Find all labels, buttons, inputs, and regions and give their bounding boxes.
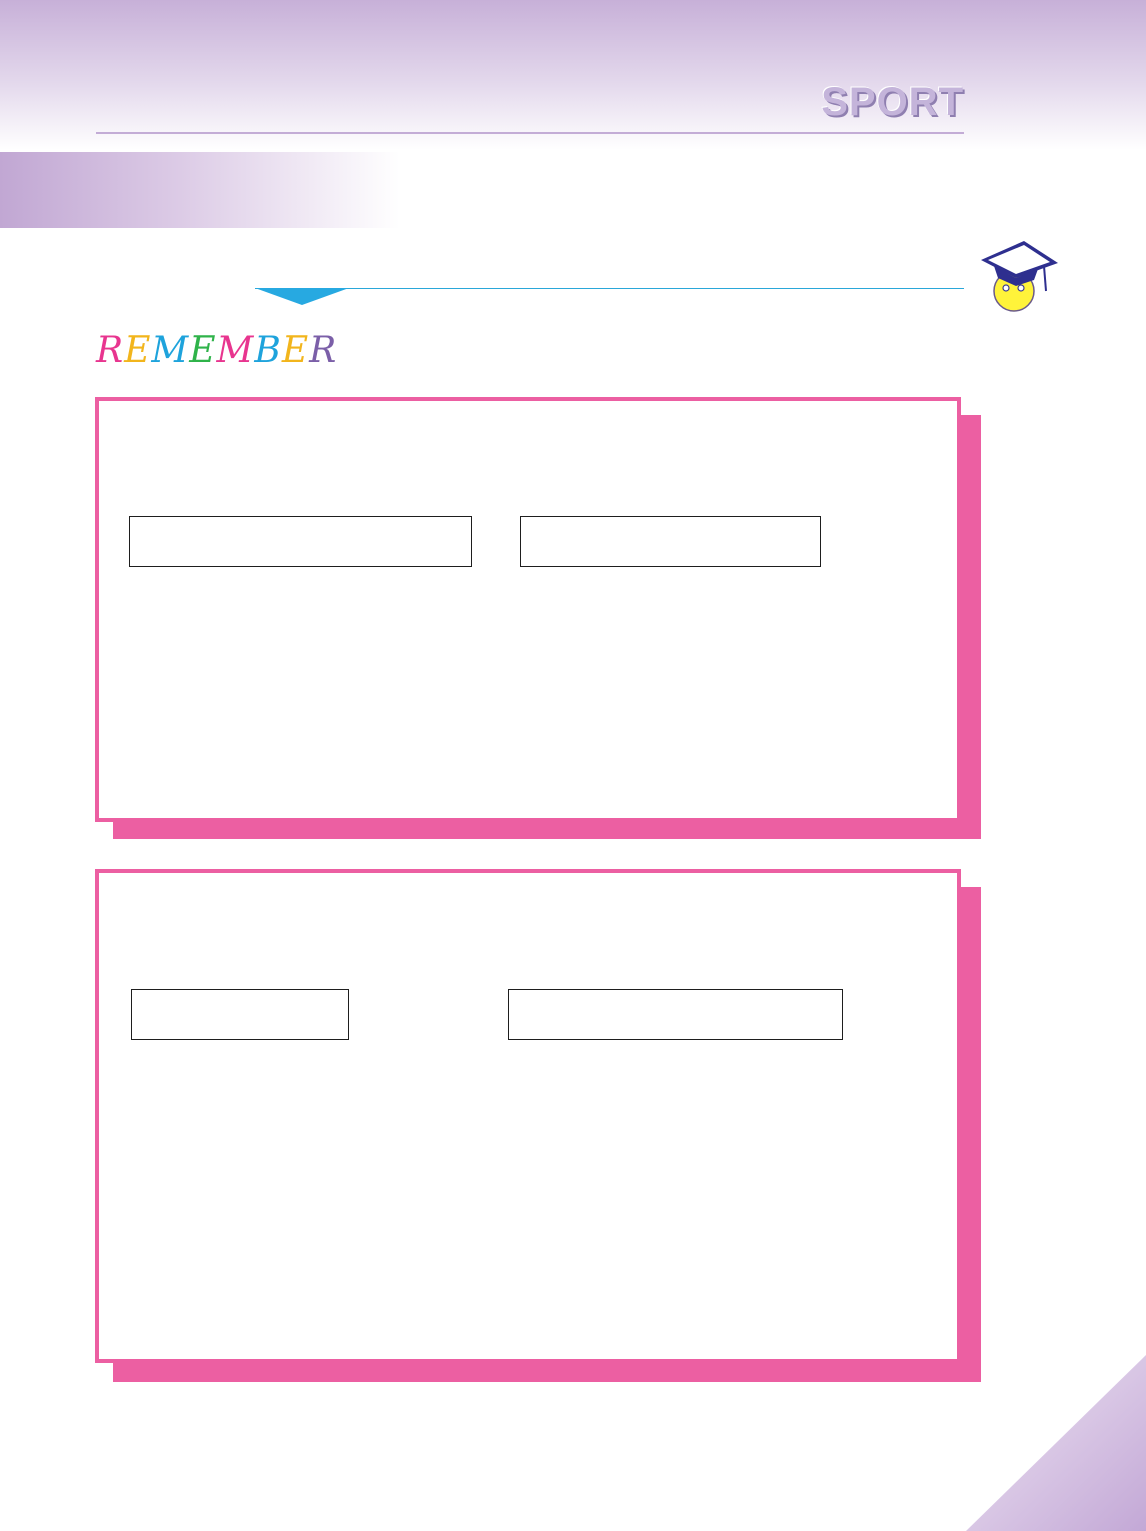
remember-card-1 [95,397,961,822]
remember-letter: E [281,330,310,371]
answer-field-2b[interactable] [508,989,843,1040]
section-tab [0,152,400,228]
remember-letter: M [151,330,190,371]
remember-letter: B [254,330,282,371]
answer-field-1b[interactable] [520,516,821,567]
header-divider [96,132,964,134]
answer-field-1a[interactable] [129,516,472,567]
remember-card-2 [95,869,961,1363]
graduate-smiley-icon [981,241,1058,312]
corner-triangle-decoration [966,1355,1146,1531]
header-band [0,0,1146,150]
remember-heading: REMEMBER [96,330,337,371]
section-divider [255,288,964,289]
remember-letter: R [309,330,338,371]
pointer-triangle-icon [255,288,349,305]
page-title: SPORT [821,80,964,124]
answer-field-2a[interactable] [131,989,349,1040]
remember-letter: R [96,330,125,371]
remember-letter: E [124,330,152,371]
remember-letter: M [216,330,255,371]
remember-letter: E [189,330,217,371]
